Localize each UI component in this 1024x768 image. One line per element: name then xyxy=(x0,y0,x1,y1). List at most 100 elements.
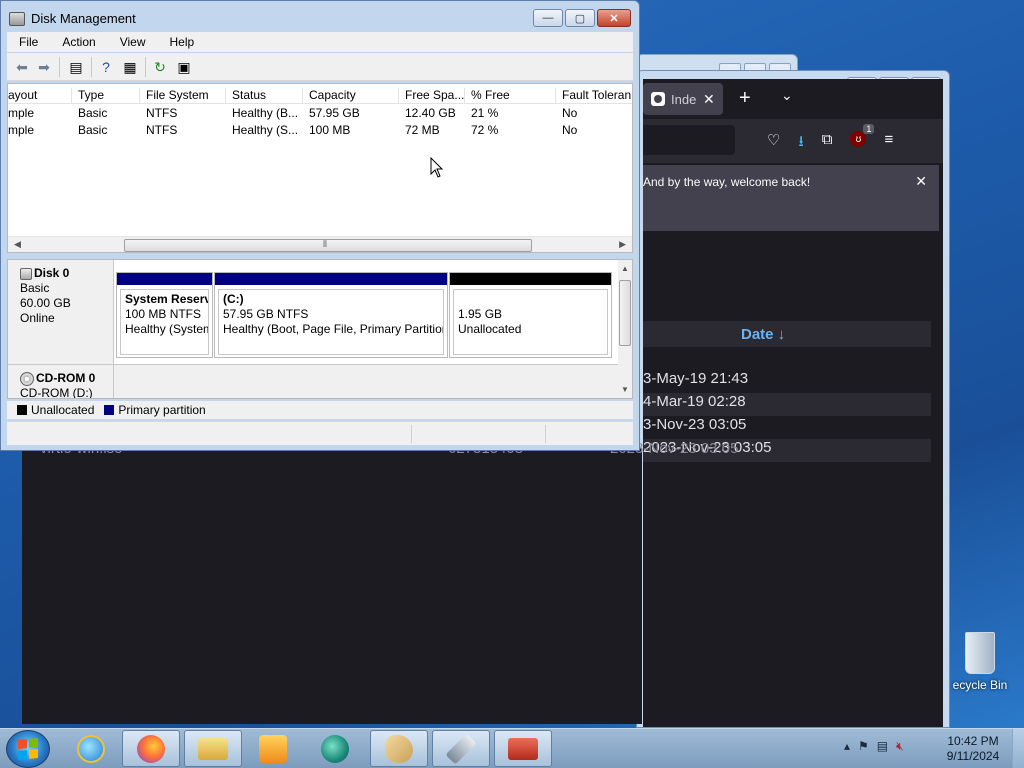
disk-type: Basic xyxy=(20,281,50,295)
tab-list-button[interactable]: ⌄ xyxy=(781,87,793,104)
disk-management-app-icon xyxy=(9,11,25,26)
scroll-up-icon[interactable]: ▲ xyxy=(621,264,629,273)
properties-icon[interactable]: ▦ xyxy=(121,58,139,76)
window-title: Disk Management xyxy=(9,11,136,26)
taskbar-computer-management[interactable] xyxy=(494,730,552,767)
partition-unallocated[interactable]: 1.95 GB Unallocated xyxy=(449,272,612,358)
network-icon[interactable]: ▤ xyxy=(877,739,888,754)
table-row[interactable]: mple Basic NTFS Healthy (S... 100 MB 72 … xyxy=(8,122,632,139)
column-type[interactable]: Type xyxy=(72,88,140,104)
clock[interactable]: 10:42 PM 9/11/2024 xyxy=(940,734,1006,764)
disk-0-label[interactable]: Disk 0 Basic 60.00 GB Online xyxy=(8,260,114,364)
horizontal-scrollbar[interactable]: ◀ ⦀ ▶ xyxy=(8,236,632,252)
column-fault-tolerance[interactable]: Fault Toleran xyxy=(556,88,632,104)
cell-fault-tolerance: No xyxy=(562,106,578,120)
partition-c-drive[interactable]: (C:) 57.95 GB NTFS Healthy (Boot, Page F… xyxy=(214,272,448,358)
cdrom-0-label[interactable]: CD-ROM 0 CD-ROM (D:) xyxy=(8,364,114,399)
menu-action[interactable]: Action xyxy=(50,32,107,52)
notification-text: And by the way, welcome back! xyxy=(643,175,811,189)
taskbar-firefox[interactable] xyxy=(122,730,180,767)
legend-unallocated: Unallocated xyxy=(31,403,95,417)
back-icon[interactable]: ⬅ xyxy=(13,58,31,76)
disk-management-window[interactable]: Disk Management — ▢ ✕ File Action View H… xyxy=(0,0,640,451)
partition-name: (C:) xyxy=(223,292,244,306)
column-free-space[interactable]: Free Spa... xyxy=(399,88,465,104)
firefox-window[interactable]: — ▢ ✕ Inde ✕ + ⌄ ♡ ⭳ ⧉ ʊ1 ≡ And by the w… xyxy=(636,70,950,728)
column-layout[interactable]: ayout xyxy=(8,88,72,104)
menu-file[interactable]: File xyxy=(7,32,50,52)
action-center-flag-icon[interactable]: ⚑ xyxy=(858,739,869,754)
tab-favicon-icon xyxy=(651,92,665,106)
tab-close-icon[interactable]: ✕ xyxy=(703,91,715,108)
firefox-navbar: ♡ ⭳ ⧉ ʊ1 ≡ xyxy=(643,119,943,163)
extensions-icon[interactable]: ⧉ xyxy=(822,131,833,156)
table-row[interactable]: mple Basic NTFS Healthy (B... 57.95 GB 1… xyxy=(8,105,632,122)
partition-status: Healthy (System xyxy=(125,322,209,336)
unallocated-swatch xyxy=(17,405,27,415)
recycle-bin[interactable]: ecycle Bin xyxy=(950,632,1010,692)
taskbar-app-5[interactable] xyxy=(306,730,364,767)
close-button[interactable]: ✕ xyxy=(597,9,631,27)
disk-state: Online xyxy=(20,311,55,325)
recycle-bin-icon xyxy=(965,632,995,674)
column-file-system[interactable]: File System xyxy=(140,88,226,104)
menu-help[interactable]: Help xyxy=(158,32,207,52)
show-desktop-button[interactable] xyxy=(1012,729,1024,768)
forward-icon[interactable]: ➡ xyxy=(35,58,53,76)
scroll-right-icon[interactable]: ▶ xyxy=(619,239,626,250)
app-globe-icon xyxy=(321,734,349,763)
url-bar[interactable] xyxy=(643,125,735,155)
file-date: 3-Nov-23 03:05 xyxy=(643,416,747,433)
disk-size: 60.00 GB xyxy=(20,296,71,310)
help-icon[interactable]: ? xyxy=(97,58,115,76)
cell-percent-free: 21 % xyxy=(471,106,499,120)
new-tab-button[interactable]: + xyxy=(739,88,751,108)
volume-muted-icon[interactable]: 🔇︎ xyxy=(896,739,904,754)
firefox-tab[interactable]: Inde ✕ xyxy=(643,83,723,115)
cell-layout: mple xyxy=(8,123,35,137)
scrollbar-thumb[interactable] xyxy=(619,280,631,346)
menu-view[interactable]: View xyxy=(108,32,158,52)
partition-detail: 1.95 GB xyxy=(458,307,503,321)
cell-capacity: 57.95 GB xyxy=(309,106,360,120)
volume-list-header: ayout Type File System Status Capacity F… xyxy=(8,84,632,104)
scrollbar-thumb[interactable]: ⦀ xyxy=(124,239,532,252)
taskbar-media-player[interactable] xyxy=(244,730,302,767)
cell-free-space: 72 MB xyxy=(405,123,440,137)
console-tree-icon[interactable]: ▤ xyxy=(67,58,85,76)
cdrom-region[interactable] xyxy=(114,364,618,398)
notification-close-icon[interactable]: ✕ xyxy=(915,173,927,190)
minimize-button[interactable]: — xyxy=(533,9,563,27)
scroll-left-icon[interactable]: ◀ xyxy=(14,239,21,250)
show-hidden-icons-icon[interactable]: ▴ xyxy=(844,739,850,754)
start-button[interactable] xyxy=(6,730,50,768)
taskbar-paint[interactable] xyxy=(370,730,428,767)
notification-bar: And by the way, welcome back! ✕ xyxy=(643,165,939,231)
menu-icon[interactable]: ≡ xyxy=(884,131,893,156)
taskbar-internet-explorer[interactable] xyxy=(62,730,120,767)
disk-name: Disk 0 xyxy=(34,266,70,280)
column-capacity[interactable]: Capacity xyxy=(303,88,399,104)
refresh-icon[interactable]: ↻ xyxy=(151,58,169,76)
taskbar-file-explorer[interactable] xyxy=(184,730,242,767)
partition-detail: 57.95 GB NTFS xyxy=(223,307,309,321)
legend: Unallocated Primary partition xyxy=(7,401,633,419)
taskbar-app-7[interactable] xyxy=(432,730,490,767)
maximize-button[interactable]: ▢ xyxy=(565,9,595,27)
column-status[interactable]: Status xyxy=(226,88,303,104)
cdrom-drive: CD-ROM (D:) xyxy=(20,386,93,399)
pocket-icon[interactable]: ♡ xyxy=(767,131,780,156)
rescan-disks-icon[interactable]: ▣ xyxy=(175,58,193,76)
date-column-header[interactable]: Date ↓ xyxy=(741,326,785,343)
downloads-icon[interactable]: ⭳ xyxy=(798,131,803,156)
firefox-icon xyxy=(137,734,165,763)
cell-file-system: NTFS xyxy=(146,106,178,120)
table-header: Date ↓ xyxy=(643,321,931,347)
ublock-icon[interactable]: ʊ1 xyxy=(850,124,875,147)
column-percent-free[interactable]: % Free xyxy=(465,88,556,104)
vertical-scrollbar[interactable]: ▲ ▼ xyxy=(618,260,632,398)
cdrom-name: CD-ROM 0 xyxy=(36,371,96,385)
tab-title: Inde xyxy=(671,91,697,107)
partition-system-reserved[interactable]: System Reserv 100 MB NTFS Healthy (Syste… xyxy=(116,272,213,358)
scroll-down-icon[interactable]: ▼ xyxy=(621,385,629,394)
